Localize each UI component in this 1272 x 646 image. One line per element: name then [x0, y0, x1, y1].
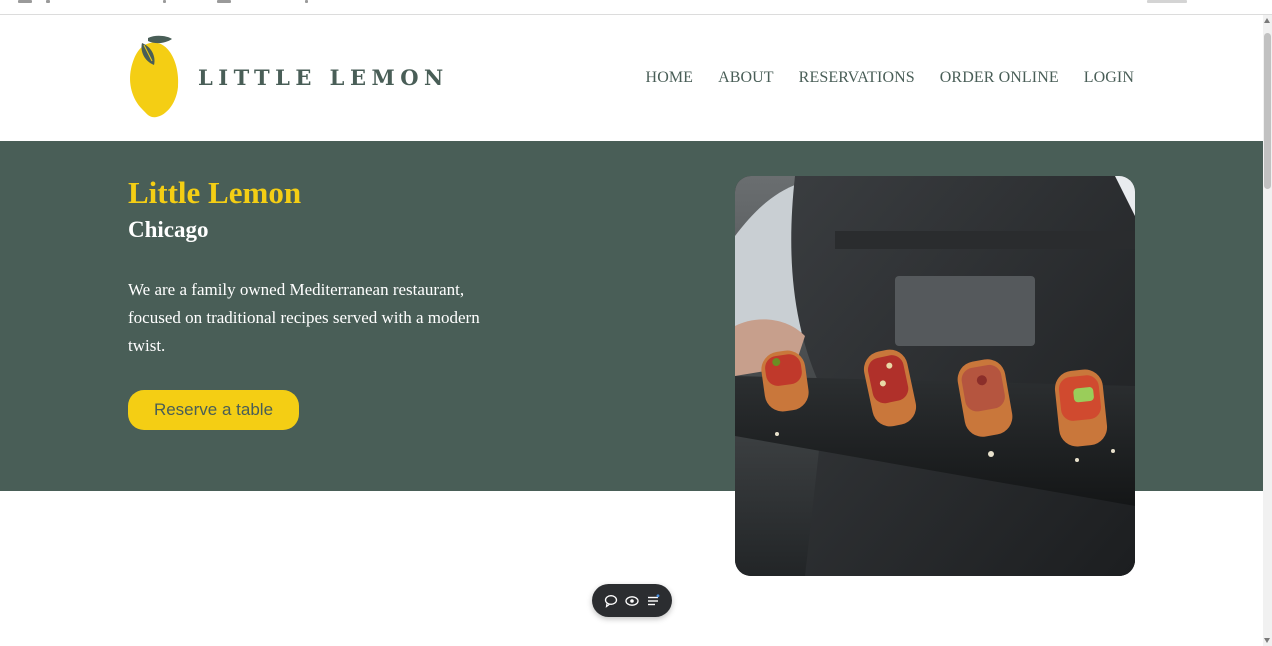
floating-toolbar: [592, 584, 672, 617]
chef-plating-photo: [735, 176, 1135, 576]
hero-subtitle: Chicago: [128, 217, 209, 242]
browser-fragment: [305, 0, 308, 3]
hero-title: Little Lemon: [128, 175, 302, 210]
browser-fragment: [217, 0, 231, 3]
nav-home[interactable]: HOME: [646, 69, 694, 87]
hero-image: [735, 176, 1135, 576]
main-nav: HOME ABOUT RESERVATIONS ORDER ONLINE LOG…: [621, 69, 1134, 87]
nav-login[interactable]: LOGIN: [1084, 69, 1134, 87]
scroll-up-arrow-icon[interactable]: [1264, 18, 1270, 23]
nav-about[interactable]: ABOUT: [718, 69, 774, 87]
nav-order-online[interactable]: ORDER ONLINE: [940, 69, 1059, 87]
reserve-table-button[interactable]: Reserve a table: [128, 390, 299, 430]
hero-description: We are a family owned Mediterranean rest…: [128, 280, 480, 355]
logo-wordmark: LITTLE LEMON: [198, 64, 449, 90]
list-icon[interactable]: [645, 593, 661, 609]
scroll-down-arrow-icon[interactable]: [1264, 638, 1270, 643]
browser-fragment: [1147, 0, 1187, 3]
lemon-logo-icon: [130, 35, 179, 118]
scrollbar-thumb[interactable]: [1264, 33, 1271, 189]
page-scrollbar[interactable]: [1263, 15, 1272, 646]
browser-fragment: [163, 0, 166, 3]
site-header: LITTLE LEMON HOME ABOUT RESERVATIONS ORD…: [0, 15, 1263, 141]
browser-fragment: [18, 0, 32, 3]
chat-bubble-icon[interactable]: [603, 593, 619, 609]
eye-icon[interactable]: [624, 593, 640, 609]
logo[interactable]: LITTLE LEMON: [128, 35, 449, 119]
browser-fragment: [46, 0, 50, 3]
browser-top-strip: [0, 0, 1272, 15]
nav-reservations[interactable]: RESERVATIONS: [799, 69, 915, 87]
